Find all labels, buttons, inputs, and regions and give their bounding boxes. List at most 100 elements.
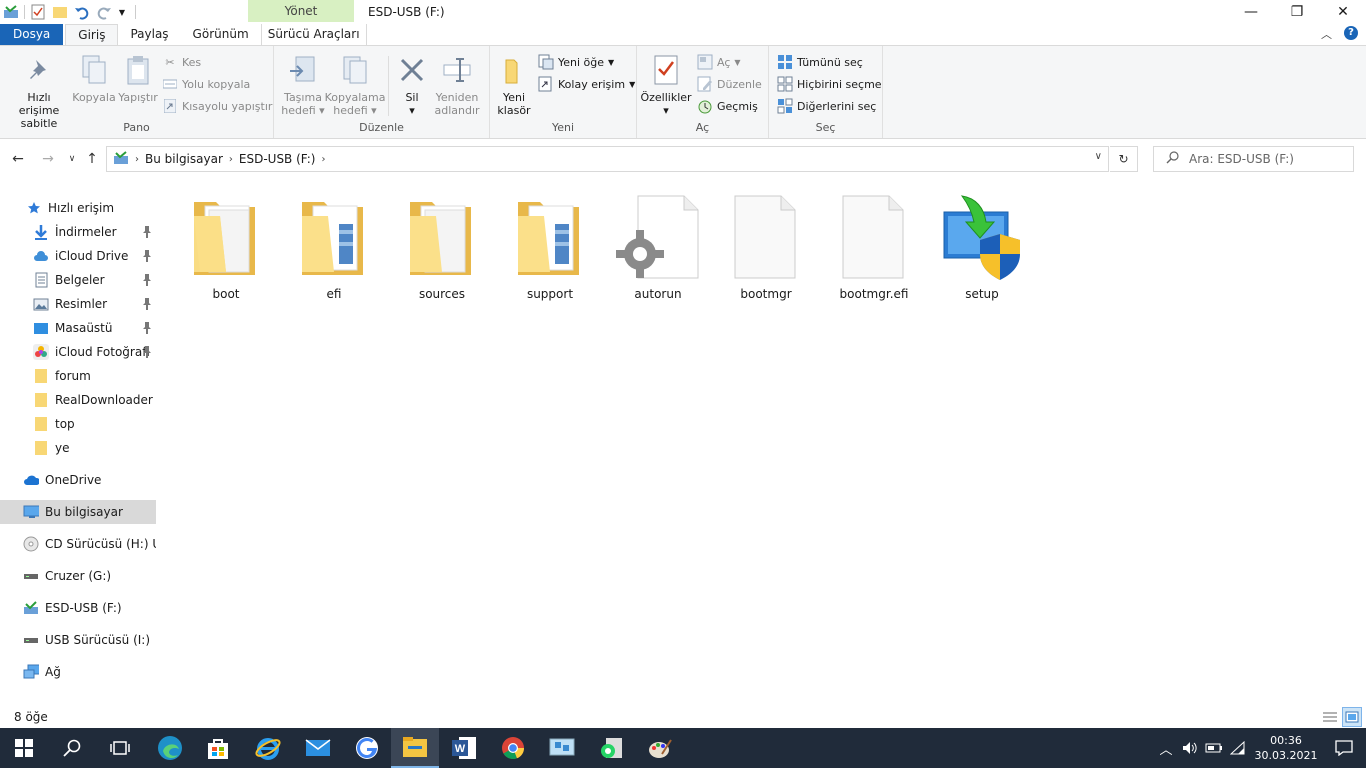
sidebar-item-cruzer[interactable]: Cruzer (G:)	[0, 564, 156, 588]
internet-explorer-icon[interactable]	[244, 728, 292, 768]
file-item-bootmgr-efi[interactable]: bootmgr.efi	[820, 188, 928, 308]
task-view-icon[interactable]	[96, 728, 144, 768]
file-explorer-icon[interactable]	[391, 728, 439, 768]
mail-icon[interactable]	[294, 728, 342, 768]
delete-button[interactable]: Sil ▾	[394, 52, 430, 117]
file-item-boot[interactable]: boot	[172, 188, 280, 308]
address-bar[interactable]: › Bu bilgisayar › ESD-USB (F:) › ∨	[106, 146, 1109, 172]
pin-icon[interactable]	[142, 250, 152, 262]
pin-icon[interactable]	[142, 322, 152, 334]
open-button[interactable]: Aç ▼	[697, 52, 741, 72]
sidebar-item-documents[interactable]: Belgeler	[0, 268, 156, 292]
sidebar-item-this-pc[interactable]: Bu bilgisayar	[0, 500, 156, 524]
pin-icon[interactable]	[142, 226, 152, 238]
file-item-bootmgr[interactable]: bootmgr	[712, 188, 820, 308]
tab-file[interactable]: Dosya	[0, 24, 64, 45]
copy-to-button[interactable]: Kopyalama hedefi ▾	[325, 52, 385, 117]
pin-icon[interactable]	[142, 274, 152, 286]
details-view-icon[interactable]	[1320, 707, 1340, 727]
breadcrumb-this-pc[interactable]: Bu bilgisayar	[145, 152, 223, 166]
rename-button[interactable]: Yeniden adlandır	[430, 52, 484, 117]
copy-path-button[interactable]: Yolu kopyala	[162, 74, 250, 94]
edit-button[interactable]: Düzenle	[697, 74, 762, 94]
help-icon[interactable]: ?	[1344, 26, 1358, 40]
sidebar-item-forum[interactable]: forum	[0, 364, 156, 388]
file-item-efi[interactable]: efi	[280, 188, 388, 308]
paste-button[interactable]: Yapıştır	[116, 52, 160, 104]
store-icon[interactable]	[194, 728, 242, 768]
sidebar-item-icloud-drive[interactable]: iCloud Drive	[0, 244, 156, 268]
undo-icon[interactable]	[73, 3, 91, 21]
start-button[interactable]	[0, 728, 48, 768]
chrome-icon[interactable]	[489, 728, 537, 768]
notifications-icon[interactable]	[1322, 740, 1366, 756]
sidebar-item-top[interactable]: top	[0, 412, 156, 436]
redo-icon[interactable]	[95, 3, 113, 21]
select-none-button[interactable]: Hiçbirini seçme	[777, 74, 882, 94]
sidebar-item-desktop[interactable]: Masaüstü	[0, 316, 156, 340]
paint-icon[interactable]	[636, 728, 684, 768]
history-button[interactable]: Geçmiş	[697, 96, 758, 116]
sidebar-item-icloud-photos[interactable]: iCloud Fotoğrafl	[0, 340, 156, 364]
wifi-icon[interactable]	[1226, 728, 1250, 768]
sidebar-item-network[interactable]: Ağ	[0, 660, 156, 684]
file-item-autorun[interactable]: autorun	[604, 188, 712, 308]
chevron-up-icon[interactable]: ︿	[1321, 26, 1332, 42]
new-folder-button[interactable]: Yeni klasör	[494, 52, 534, 117]
pin-icon[interactable]	[142, 298, 152, 310]
close-button[interactable]: ✕	[1320, 0, 1366, 24]
select-all-button[interactable]: Tümünü seç	[777, 52, 863, 72]
sidebar-item-realdownloader[interactable]: RealDownloader	[0, 388, 156, 412]
up-arrow-icon[interactable]: ↑	[82, 149, 102, 169]
google-icon[interactable]	[343, 728, 391, 768]
invert-selection-button[interactable]: Diğerlerini seç	[777, 96, 876, 116]
remote-desktop-icon[interactable]	[538, 728, 586, 768]
sidebar-item-ye[interactable]: ye	[0, 436, 156, 460]
chevron-up-icon[interactable]: ︿	[1154, 728, 1178, 768]
tab-share[interactable]: Paylaş	[118, 24, 180, 45]
easy-access-button[interactable]: Kolay erişim ▼	[538, 74, 635, 94]
pin-icon[interactable]	[142, 346, 152, 358]
breadcrumb-esd-usb[interactable]: ESD-USB (F:)	[239, 152, 316, 166]
tab-drive-tools[interactable]: Sürücü Araçları	[260, 24, 367, 45]
chevron-right-icon[interactable]: ›	[321, 154, 325, 165]
sidebar-item-downloads[interactable]: İndirmeler	[0, 220, 156, 244]
sidebar-item-onedrive[interactable]: OneDrive	[0, 468, 156, 492]
sidebar-item-pictures[interactable]: Resimler	[0, 292, 156, 316]
volume-icon[interactable]	[1178, 728, 1202, 768]
large-icons-view-icon[interactable]	[1342, 707, 1362, 727]
forward-arrow-icon[interactable]: →	[38, 149, 58, 169]
sidebar-item-esd-usb[interactable]: ESD-USB (F:)	[0, 596, 156, 620]
paste-shortcut-button[interactable]: Kısayolu yapıştır	[162, 96, 272, 116]
clock[interactable]: 00:36 30.03.2021	[1250, 733, 1322, 763]
sidebar-item-usb-drive[interactable]: USB Sürücüsü (I:)	[0, 628, 156, 652]
search-icon[interactable]	[48, 728, 96, 768]
pin-quick-access-button[interactable]: Hızlı erişime sabitle	[6, 52, 72, 130]
move-to-button[interactable]: Taşıma hedefi ▾	[278, 52, 328, 117]
cut-button[interactable]: ✂ Kes	[162, 52, 201, 72]
file-item-support[interactable]: support	[496, 188, 604, 308]
chevron-down-icon[interactable]: ∨	[1095, 151, 1102, 162]
tab-view[interactable]: Görünüm	[181, 24, 261, 45]
chevron-right-icon[interactable]: ›	[229, 154, 233, 165]
minimize-button[interactable]: —	[1228, 0, 1274, 24]
properties-icon[interactable]	[29, 3, 47, 21]
chevron-right-icon[interactable]: ›	[135, 154, 139, 165]
edge-icon[interactable]	[146, 728, 194, 768]
battery-icon[interactable]	[1202, 728, 1226, 768]
back-arrow-icon[interactable]: ←	[8, 149, 28, 169]
word-icon[interactable]: W	[440, 728, 488, 768]
sidebar-item-quick-access[interactable]: Hızlı erişim	[0, 196, 156, 220]
maximize-button[interactable]: ❐	[1274, 0, 1320, 24]
properties-button[interactable]: Özellikler ▾	[640, 52, 692, 117]
refresh-icon[interactable]: ↻	[1110, 146, 1138, 172]
copy-button[interactable]: Kopyala	[72, 52, 116, 104]
chevron-down-icon[interactable]: ▼	[117, 3, 127, 21]
file-item-sources[interactable]: sources	[388, 188, 496, 308]
search-input[interactable]: Ara: ESD-USB (F:)	[1189, 152, 1294, 166]
search-box[interactable]: Ara: ESD-USB (F:)	[1153, 146, 1354, 172]
recent-locations-icon[interactable]: ∨	[62, 149, 82, 169]
new-item-button[interactable]: Yeni öğe ▼	[538, 52, 614, 72]
file-item-setup[interactable]: setup	[928, 188, 1036, 308]
new-folder-icon[interactable]	[51, 3, 69, 21]
